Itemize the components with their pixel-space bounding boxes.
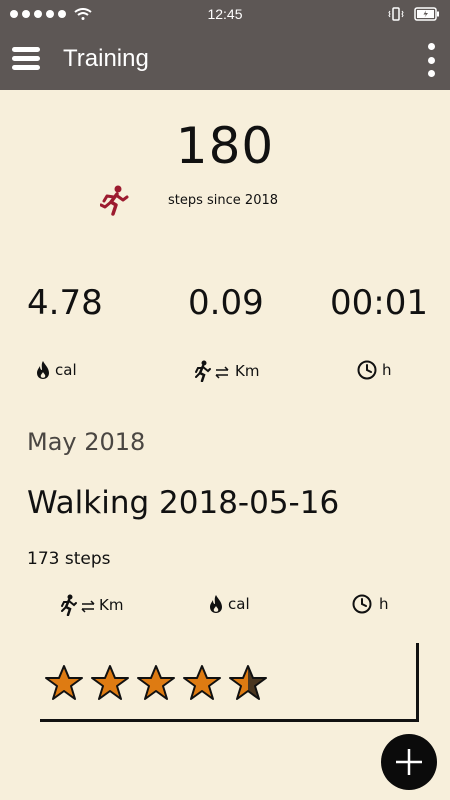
duration-value: 00:01 bbox=[330, 283, 428, 323]
star-half-icon[interactable] bbox=[228, 664, 268, 702]
clock-icon bbox=[352, 594, 372, 614]
flame-icon bbox=[210, 595, 222, 613]
running-icon bbox=[99, 185, 130, 221]
duration-unit-label: h bbox=[382, 361, 392, 379]
session-calories-label: cal bbox=[228, 595, 250, 613]
add-training-button[interactable] bbox=[381, 734, 437, 790]
total-steps-count: 180 bbox=[175, 117, 275, 175]
clock-icon bbox=[357, 360, 377, 380]
status-bar: 12:45 bbox=[0, 0, 450, 30]
hamburger-menu-icon[interactable] bbox=[12, 47, 40, 71]
calories-unit-label: cal bbox=[55, 361, 77, 379]
battery-charging-icon bbox=[414, 7, 440, 21]
session-steps: 173 steps bbox=[27, 549, 111, 569]
more-vertical-icon[interactable] bbox=[424, 43, 438, 77]
app-toolbar: Training bbox=[0, 30, 450, 90]
plus-icon bbox=[396, 749, 422, 775]
calories-value: 4.78 bbox=[27, 283, 103, 323]
session-rating[interactable] bbox=[44, 664, 268, 702]
walking-distance-icon bbox=[61, 594, 95, 616]
vibrate-icon bbox=[388, 6, 404, 22]
star-icon[interactable] bbox=[90, 664, 130, 702]
session-distance-unit: Km bbox=[60, 594, 123, 616]
session-duration-unit: h bbox=[352, 594, 389, 614]
session-duration-label: h bbox=[379, 595, 389, 613]
star-icon[interactable] bbox=[136, 664, 176, 702]
walking-distance-icon bbox=[195, 360, 229, 382]
flame-icon bbox=[37, 361, 49, 379]
star-icon[interactable] bbox=[44, 664, 84, 702]
steps-caption: steps since 2018 bbox=[168, 193, 279, 208]
session-distance-label: Km bbox=[99, 596, 124, 614]
duration-unit: h bbox=[357, 360, 392, 380]
distance-unit: Km bbox=[194, 360, 259, 382]
star-icon[interactable] bbox=[182, 664, 222, 702]
session-calories-unit: cal bbox=[209, 594, 250, 614]
distance-value: 0.09 bbox=[188, 283, 264, 323]
month-header: May 2018 bbox=[27, 428, 146, 456]
status-time: 12:45 bbox=[207, 6, 243, 22]
session-title[interactable]: Walking 2018-05-16 bbox=[27, 485, 339, 521]
calories-unit: cal bbox=[36, 360, 77, 380]
distance-unit-label: Km bbox=[235, 362, 260, 380]
page-title: Training bbox=[63, 45, 149, 72]
